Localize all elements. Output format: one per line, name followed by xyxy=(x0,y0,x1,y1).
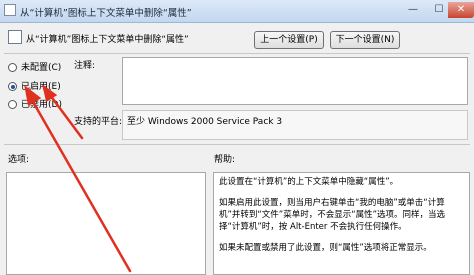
options-label: 选项: xyxy=(8,155,30,165)
policy-icon xyxy=(4,4,16,16)
setting-title: 从“计算机”图标上下文菜单中删除“属性” xyxy=(26,35,189,45)
next-setting-button[interactable]: 下一个设置(N) xyxy=(330,31,400,49)
header-divider xyxy=(4,53,470,54)
comment-label: 注释: xyxy=(74,61,96,71)
title-bar: 从“计算机”图标上下文菜单中删除“属性” — ☐ ✕ xyxy=(0,0,474,23)
radio-not-configured[interactable]: 未配置(C) xyxy=(8,60,61,74)
window-title: 从“计算机”图标上下文菜单中删除“属性” xyxy=(20,8,192,19)
minimize-button[interactable]: — xyxy=(400,2,426,18)
setting-icon xyxy=(8,30,22,44)
help-paragraph: 此设置在“计算机”的上下文菜单中隐藏“属性”。 xyxy=(219,177,399,187)
radio-selected-icon xyxy=(8,82,17,91)
help-label: 帮助: xyxy=(214,155,236,165)
help-paragraph: 如果未配置或禁用了此设置，则“属性”选项将正常显示。 xyxy=(219,243,432,253)
close-button[interactable]: ✕ xyxy=(448,2,474,18)
section-divider xyxy=(4,144,470,145)
radio-disabled[interactable]: 已禁用(D) xyxy=(8,97,62,111)
radio-circle-icon xyxy=(8,63,17,72)
supported-platforms-value: 至少 Windows 2000 Service Pack 3 xyxy=(122,110,468,140)
options-pane xyxy=(6,172,206,275)
radio-circle-icon xyxy=(8,100,17,109)
help-paragraph: 如果启用此设置，则当用户右键单击“我的电脑”或单击“计算机”并转到“文件”菜单时… xyxy=(219,198,446,232)
prev-setting-button[interactable]: 上一个设置(P) xyxy=(254,31,324,49)
supported-label: 支持的平台: xyxy=(74,117,123,127)
comment-field[interactable] xyxy=(122,57,468,105)
radio-enabled[interactable]: 已启用(E) xyxy=(8,79,61,93)
help-pane: 此设置在“计算机”的上下文菜单中隐藏“属性”。 如果启用此设置，则当用户右键单击… xyxy=(213,172,470,275)
